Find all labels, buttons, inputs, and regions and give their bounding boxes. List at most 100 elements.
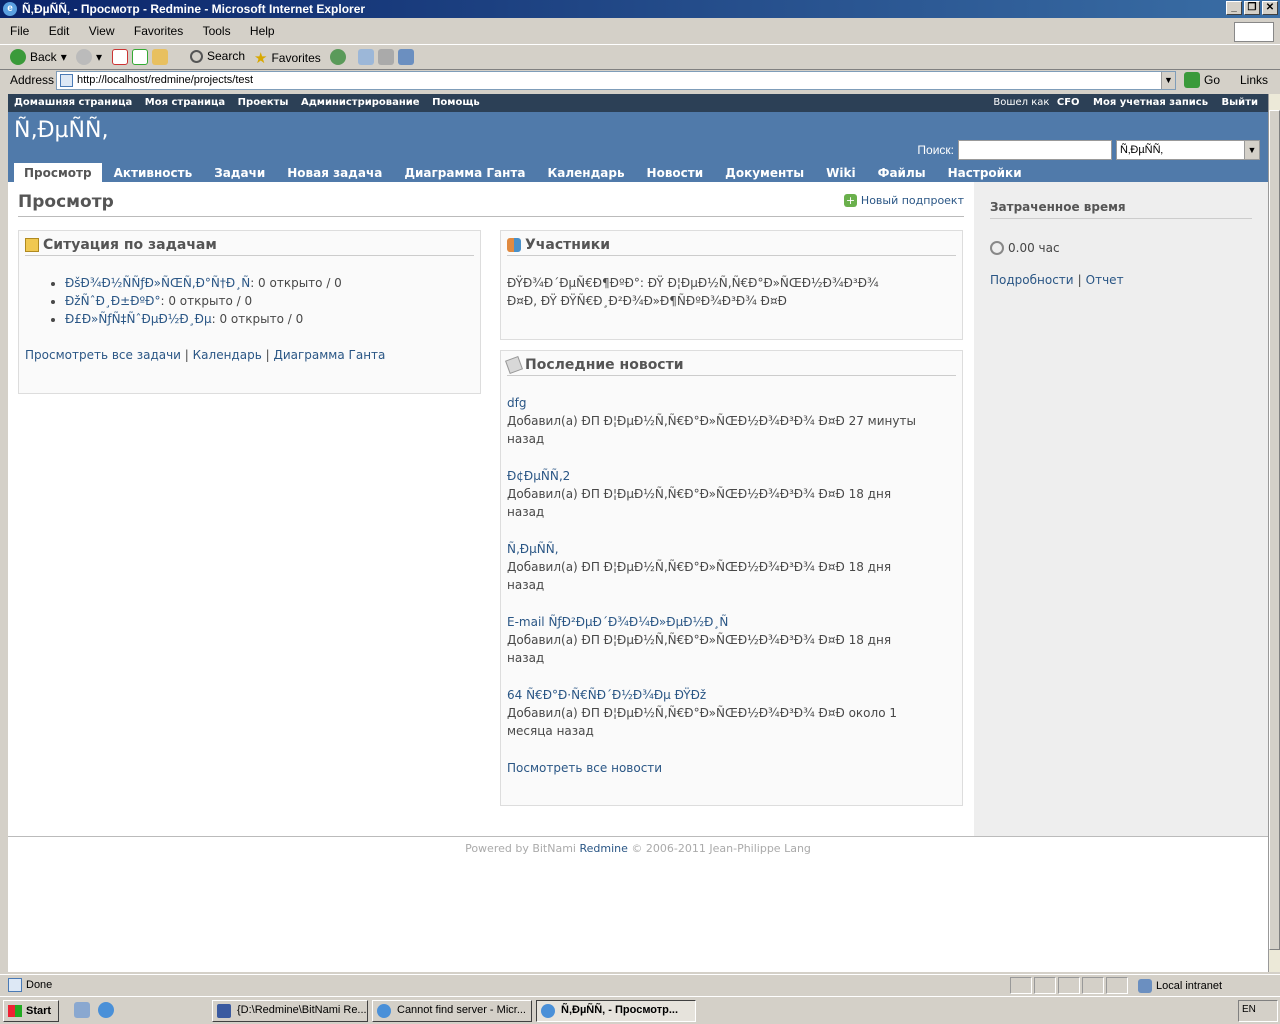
users-icon bbox=[507, 238, 521, 252]
folder-icon bbox=[25, 238, 39, 252]
menu-edit[interactable]: Edit bbox=[43, 20, 76, 42]
news-title-link[interactable]: Ð¢ÐµÑÑ‚2 bbox=[507, 467, 956, 485]
mail-icon[interactable] bbox=[358, 49, 374, 65]
ie-quicklaunch-icon[interactable] bbox=[98, 1002, 114, 1018]
edit-icon[interactable] bbox=[398, 49, 414, 65]
system-tray: EN bbox=[1238, 1000, 1278, 1022]
search-icon bbox=[190, 49, 203, 63]
tab-files[interactable]: Файлы bbox=[868, 163, 936, 182]
task-ie-current[interactable]: Ñ‚ÐµÑÑ‚ - Просмотр... bbox=[536, 1000, 696, 1022]
star-icon: ★ bbox=[254, 50, 268, 67]
close-icon[interactable]: ✕ bbox=[1262, 1, 1278, 15]
my-account-link[interactable]: Моя учетная запись bbox=[1093, 97, 1208, 108]
news-title-link[interactable]: dfg bbox=[507, 394, 956, 412]
page-icon bbox=[60, 74, 73, 87]
address-input[interactable]: http://localhost/redmine/projects/test ▼ bbox=[56, 71, 1176, 90]
news-meta: Добавил(а) ÐП Ð¦ÐµÐ½Ñ‚Ñ€Ð°Ð»ÑŒÐ½Ð¾Ð³Ð¾ Ð… bbox=[507, 414, 916, 428]
logout-link[interactable]: Выйти bbox=[1222, 97, 1258, 108]
links-button[interactable]: Links bbox=[1240, 73, 1268, 87]
news-title-link[interactable]: Ñ‚ÐµÑÑ‚ bbox=[507, 540, 956, 558]
address-label: Address bbox=[10, 73, 55, 87]
all-news-link[interactable]: Посмотреть все новости bbox=[507, 759, 956, 777]
top-menu-admin[interactable]: Администрирование bbox=[301, 97, 420, 108]
tracker-link[interactable]: Ð£Ð»ÑƒÑ‡ÑˆÐµÐ½Ð¸Ðµ bbox=[65, 312, 212, 326]
go-button[interactable]: Go bbox=[1184, 72, 1220, 88]
forward-button[interactable]: ▾ bbox=[76, 49, 102, 65]
copyright-text: © 2006-2011 Jean-Philippe Lang bbox=[631, 842, 811, 855]
tracker-link[interactable]: ÐšÐ¾Ð½ÑÑƒÐ»ÑŒÑ‚Ð°Ñ†Ð¸Ñ bbox=[65, 276, 250, 290]
calendar-link[interactable]: Календарь bbox=[193, 348, 262, 362]
restore-icon[interactable]: ❐ bbox=[1244, 1, 1260, 15]
search-input[interactable] bbox=[958, 140, 1112, 160]
tab-news[interactable]: Новости bbox=[637, 163, 714, 182]
spent-time-title: Затраченное время bbox=[990, 200, 1252, 219]
top-menu-projects[interactable]: Проекты bbox=[238, 97, 289, 108]
search-button[interactable]: Search bbox=[190, 49, 245, 63]
task-folder[interactable]: {D:\Redmine\BitNami Re... bbox=[212, 1000, 368, 1022]
news-title-link[interactable]: E-mail ÑƒÐ²ÐµÐ´Ð¾Ð¼Ð»ÐµÐ½Ð¸Ñ bbox=[507, 613, 956, 631]
refresh-icon[interactable] bbox=[132, 49, 148, 65]
tab-calendar[interactable]: Календарь bbox=[537, 163, 634, 182]
menu-file[interactable]: File bbox=[4, 20, 35, 42]
news-title-link[interactable]: 64 Ñ€Ð°Ð·Ñ€ÑÐ´Ð½Ð¾Ðµ ÐŸÐž bbox=[507, 686, 956, 704]
browser-toolbar: Back ▾ ▾ Search ★ Favorites bbox=[0, 44, 1280, 70]
logged-as-label: Вошел как bbox=[993, 97, 1050, 108]
tracker-link[interactable]: ÐžÑˆÐ¸Ð±ÐºÐ° bbox=[65, 294, 160, 308]
page-viewport: Домашняя страница Моя страница Проекты А… bbox=[8, 94, 1268, 972]
stop-icon[interactable] bbox=[112, 49, 128, 65]
tab-issues[interactable]: Задачи bbox=[204, 163, 275, 182]
new-subproject-link[interactable]: + Новый подпроект bbox=[843, 194, 964, 207]
redmine-link[interactable]: Redmine bbox=[580, 842, 628, 855]
details-link[interactable]: Подробности bbox=[990, 273, 1074, 287]
menu-tools[interactable]: Tools bbox=[197, 20, 237, 42]
menu-view[interactable]: View bbox=[83, 20, 121, 42]
print-icon[interactable] bbox=[378, 49, 394, 65]
chevron-down-icon[interactable]: ▼ bbox=[1161, 72, 1175, 89]
issues-list: ÐšÐ¾Ð½ÑÑƒÐ»ÑŒÑ‚Ð°Ñ†Ð¸Ñ: 0 открыто / 0 Ðž… bbox=[25, 274, 474, 328]
tab-settings[interactable]: Настройки bbox=[938, 163, 1032, 182]
top-menu-home[interactable]: Домашняя страница bbox=[14, 97, 132, 108]
issues-box: Ситуация по задачам ÐšÐ¾Ð½ÑÑƒÐ»ÑŒÑ‚Ð°Ñ†Ð… bbox=[18, 230, 481, 394]
go-arrow-icon bbox=[1184, 72, 1200, 88]
project-select[interactable]: Ñ‚ÐµÑÑ‚ ▼ bbox=[1116, 140, 1260, 160]
tab-overview[interactable]: Просмотр bbox=[14, 163, 102, 182]
logged-user[interactable]: CFO bbox=[1057, 97, 1080, 108]
news-item: Ð¢ÐµÑÑ‚2 Добавил(а) ÐП Ð¦ÐµÐ½Ñ‚Ñ€Ð°Ð»ÑŒÐ… bbox=[507, 467, 956, 521]
address-bar: Address http://localhost/redmine/project… bbox=[0, 70, 1280, 92]
home-icon[interactable] bbox=[152, 49, 168, 65]
start-button[interactable]: Start bbox=[3, 1000, 59, 1022]
menu-help[interactable]: Help bbox=[244, 20, 281, 42]
tab-new-issue[interactable]: Новая задача bbox=[277, 163, 392, 182]
windows-flag-icon bbox=[8, 1005, 22, 1017]
top-menu-my-page[interactable]: Моя страница bbox=[145, 97, 225, 108]
project-tabs: Просмотр Активность Задачи Новая задача … bbox=[14, 163, 1034, 182]
favorites-button[interactable]: ★ Favorites bbox=[254, 49, 321, 67]
search-area: Поиск: Ñ‚ÐµÑÑ‚ ▼ bbox=[917, 140, 1260, 160]
minimize-icon[interactable]: _ bbox=[1226, 1, 1242, 15]
report-link[interactable]: Отчет bbox=[1086, 273, 1124, 287]
news-box: Последние новости dfg Добавил(а) ÐП Ð¦Ðµ… bbox=[500, 350, 963, 806]
menu-favorites[interactable]: Favorites bbox=[128, 20, 189, 42]
news-meta: назад bbox=[507, 505, 545, 519]
scrollbar-thumb[interactable] bbox=[1269, 110, 1280, 950]
page-footer: Powered by BitNami Redmine © 2006-2011 J… bbox=[8, 836, 1268, 876]
history-icon[interactable] bbox=[330, 49, 346, 65]
back-button[interactable]: Back ▾ bbox=[10, 49, 67, 65]
language-indicator[interactable]: EN bbox=[1242, 1004, 1256, 1015]
top-menu-help[interactable]: Помощь bbox=[432, 97, 480, 108]
desktop-icon[interactable] bbox=[74, 1002, 90, 1018]
tab-activity[interactable]: Активность bbox=[104, 163, 203, 182]
main-area: Просмотр + Новый подпроект Ситуация по з… bbox=[8, 182, 1268, 836]
menu-bar: File Edit View Favorites Tools Help bbox=[0, 20, 1280, 44]
tab-documents[interactable]: Документы bbox=[715, 163, 814, 182]
gantt-link[interactable]: Диаграмма Ганта bbox=[273, 348, 385, 362]
ie-icon: e bbox=[3, 2, 17, 16]
view-all-issues-link[interactable]: Просмотреть все задачи bbox=[25, 348, 181, 362]
tab-wiki[interactable]: Wiki bbox=[816, 163, 865, 182]
quick-launch bbox=[74, 1002, 114, 1018]
vertical-scrollbar[interactable] bbox=[1268, 94, 1280, 972]
tab-gantt[interactable]: Диаграмма Ганта bbox=[394, 163, 535, 182]
chevron-down-icon: ▼ bbox=[1244, 141, 1259, 159]
page-icon bbox=[8, 978, 22, 992]
task-ie-error[interactable]: Cannot find server - Micr... bbox=[372, 1000, 532, 1022]
